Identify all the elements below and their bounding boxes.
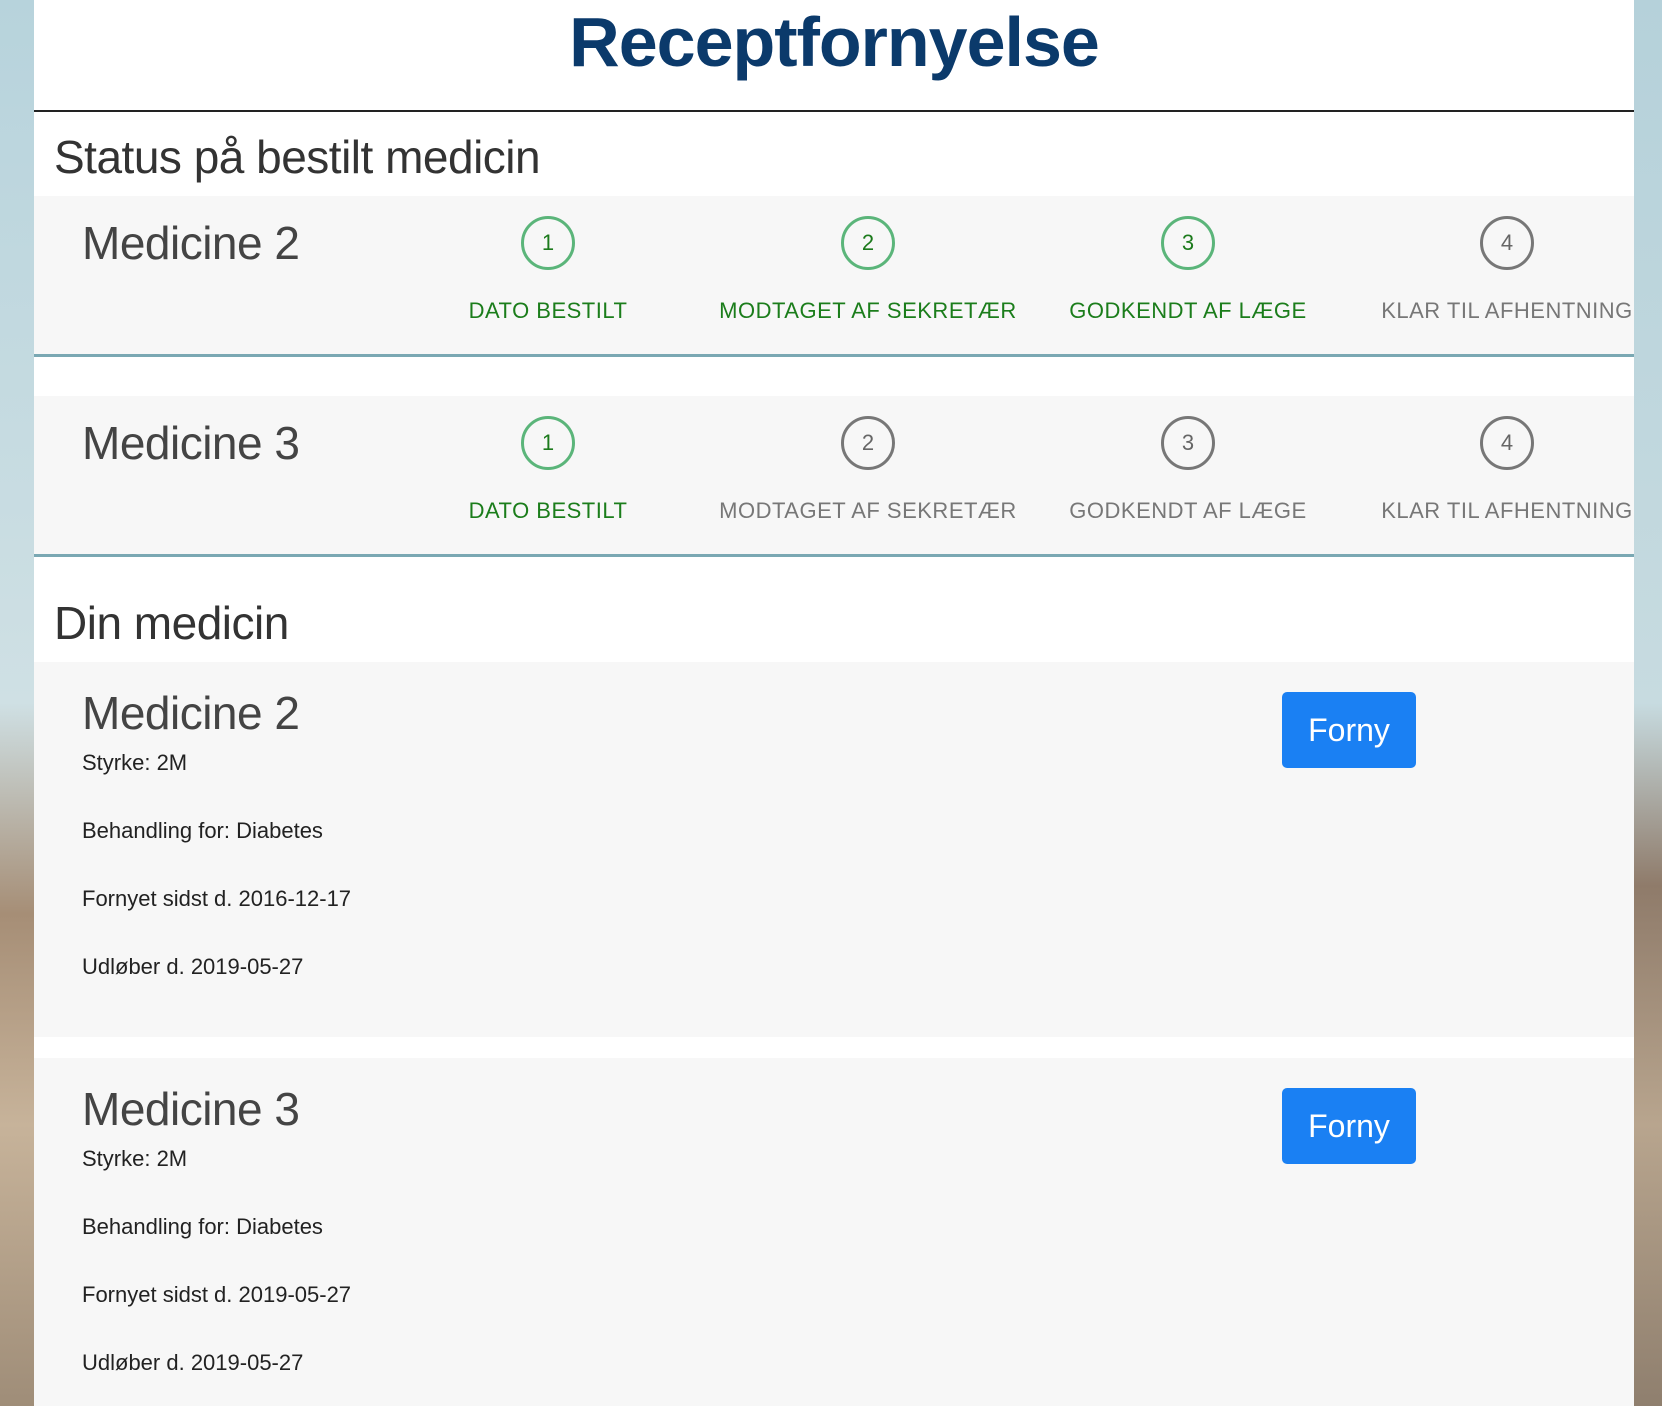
step-number-circle: 3 bbox=[1161, 216, 1215, 270]
status-medicine-name: Medicine 3 bbox=[82, 417, 300, 469]
status-step-3: 3 GODKENDT AF LÆGE bbox=[1033, 216, 1343, 324]
step-label: MODTAGET AF SEKRETÆR bbox=[719, 498, 1017, 523]
background-right bbox=[1634, 0, 1662, 1406]
renew-button[interactable]: Forny bbox=[1282, 692, 1416, 768]
step-number-circle: 3 bbox=[1161, 416, 1215, 470]
step-label: KLAR TIL AFHENTNING bbox=[1381, 498, 1633, 523]
status-step-2: 2 MODTAGET AF SEKRETÆR bbox=[713, 416, 1023, 524]
step-number-circle: 4 bbox=[1480, 216, 1534, 270]
step-label: GODKENDT AF LÆGE bbox=[1069, 498, 1307, 523]
medicine-treatment: Behandling for: Diabetes bbox=[82, 1214, 323, 1239]
medicine-expiry-date: Udløber d. 2019-05-27 bbox=[82, 954, 304, 979]
medicine-strength: Styrke: 2M bbox=[82, 750, 188, 775]
step-label: KLAR TIL AFHENTNING bbox=[1381, 298, 1633, 323]
status-medicine-name: Medicine 2 bbox=[82, 217, 300, 269]
medicine-name: Medicine 2 bbox=[82, 687, 300, 739]
background-left bbox=[0, 0, 34, 1406]
step-label: MODTAGET AF SEKRETÆR bbox=[719, 298, 1017, 323]
status-step-2: 2 MODTAGET AF SEKRETÆR bbox=[713, 216, 1023, 324]
medicine-card-2: Medicine 2 Styrke: 2M Behandling for: Di… bbox=[34, 662, 1634, 1037]
page-title: Receptfornyelse bbox=[569, 3, 1100, 81]
medicine-renewed-date: Fornyet sidst d. 2019-05-27 bbox=[82, 1282, 352, 1307]
medicine-name: Medicine 3 bbox=[82, 1083, 300, 1135]
status-step-1: 1 DATO BESTILT bbox=[393, 416, 703, 524]
status-step-1: 1 DATO BESTILT bbox=[393, 216, 703, 324]
step-number-circle: 4 bbox=[1480, 416, 1534, 470]
step-label: GODKENDT AF LÆGE bbox=[1069, 298, 1307, 323]
step-number-circle: 1 bbox=[521, 216, 575, 270]
medicine-expiry-date: Udløber d. 2019-05-27 bbox=[82, 1350, 304, 1375]
step-number-circle: 2 bbox=[841, 216, 895, 270]
step-number-circle: 2 bbox=[841, 416, 895, 470]
status-step-4: 4 KLAR TIL AFHENTNING bbox=[1352, 416, 1662, 524]
step-label: DATO BESTILT bbox=[468, 298, 628, 323]
status-step-3: 3 GODKENDT AF LÆGE bbox=[1033, 416, 1343, 524]
title-divider bbox=[34, 110, 1634, 112]
step-number-circle: 1 bbox=[521, 416, 575, 470]
medicine-renewed-date: Fornyet sidst d. 2016-12-17 bbox=[82, 886, 352, 911]
status-card-medicine-3: Medicine 3 1 DATO BESTILT 2 MODTAGET AF … bbox=[34, 396, 1634, 557]
renew-button[interactable]: Forny bbox=[1282, 1088, 1416, 1164]
status-card-medicine-2: Medicine 2 1 DATO BESTILT 2 MODTAGET AF … bbox=[34, 196, 1634, 357]
status-section-heading: Status på bestilt medicin bbox=[54, 131, 541, 183]
main-panel: Receptfornyelse Status på bestilt medici… bbox=[34, 0, 1634, 1406]
step-label: DATO BESTILT bbox=[468, 498, 628, 523]
status-step-4: 4 KLAR TIL AFHENTNING bbox=[1352, 216, 1662, 324]
medicine-section-heading: Din medicin bbox=[54, 597, 289, 649]
medicine-card-3: Medicine 3 Styrke: 2M Behandling for: Di… bbox=[34, 1058, 1634, 1406]
medicine-treatment: Behandling for: Diabetes bbox=[82, 818, 323, 843]
medicine-strength: Styrke: 2M bbox=[82, 1146, 188, 1171]
